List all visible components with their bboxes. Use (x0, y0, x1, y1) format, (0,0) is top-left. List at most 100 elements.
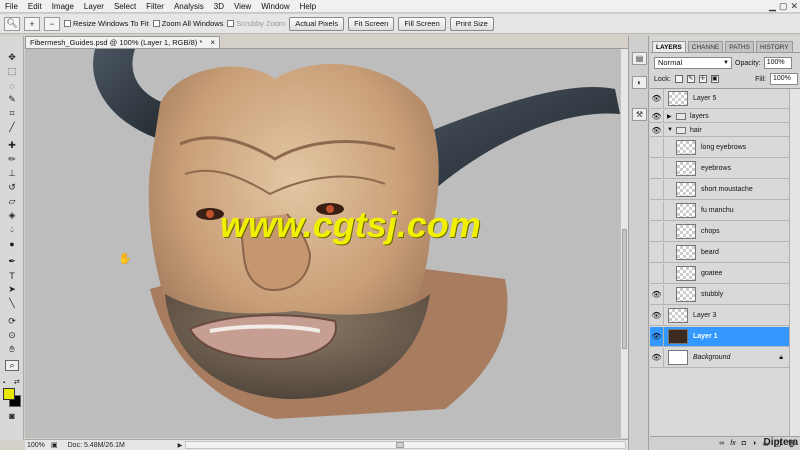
shape-tool-icon[interactable]: ╲ (5, 298, 19, 309)
resize-windows-checkbox[interactable]: Resize Windows To Fit (64, 19, 149, 28)
layer-row[interactable]: 👁︎ beard (650, 242, 789, 263)
tab-channels[interactable]: CHANNE (687, 41, 724, 52)
document-canvas[interactable]: ✋ www.cgtsj.com (25, 49, 620, 438)
visibility-eye-icon[interactable]: 👁︎ (650, 179, 664, 200)
crop-tool-icon[interactable]: ⌗ (5, 108, 19, 119)
visibility-eye-icon[interactable]: 👁︎ (650, 263, 664, 284)
menu-3d[interactable]: 3D (209, 0, 229, 13)
menu-layer[interactable]: Layer (79, 0, 109, 13)
layer-row[interactable]: 👁︎ chops (650, 221, 789, 242)
paint-bucket-tool-icon[interactable]: ◈ (5, 210, 19, 221)
expand-triangle-right-icon[interactable]: ▶ (667, 113, 673, 120)
marquee-tool-icon[interactable]: ⬚ (5, 66, 19, 77)
3d-rotate-tool-icon[interactable]: ⟳ (5, 316, 19, 327)
layer-row[interactable]: 👁︎ short moustache (650, 179, 789, 200)
brush-tool-icon[interactable]: ✏ (5, 154, 19, 165)
clone-stamp-tool-icon[interactable]: ⊥ (5, 168, 19, 179)
vertical-scrollbar[interactable] (620, 49, 628, 438)
blend-mode-select[interactable]: Normal ▼ (654, 57, 732, 69)
color-panel-icon[interactable]: ▤ (632, 52, 647, 65)
visibility-eye-icon[interactable]: 👁︎ (650, 123, 664, 137)
menu-help[interactable]: Help (295, 0, 321, 13)
quick-mask-icon[interactable]: ◙ (5, 410, 19, 421)
vertical-scroll-thumb[interactable] (622, 229, 627, 349)
3d-orbit-tool-icon[interactable]: ⊙ (5, 330, 19, 341)
zoom-tool-icon[interactable]: 🔍︎ (4, 16, 20, 31)
zoom-tool-icon[interactable]: ⌕ (5, 360, 19, 371)
scrubby-zoom-checkbox[interactable]: Scrubby Zoom (227, 19, 285, 28)
visibility-eye-icon[interactable]: 👁︎ (650, 347, 664, 368)
layer-group-row[interactable]: 👁︎ ▶ layers (650, 109, 789, 123)
status-info-icon[interactable]: ▣ (51, 441, 58, 449)
lock-transparency-icon[interactable] (674, 75, 683, 83)
maximize-icon[interactable]: ▢ (779, 1, 788, 12)
visibility-eye-icon[interactable]: 👁︎ (650, 221, 664, 242)
menu-analysis[interactable]: Analysis (169, 0, 209, 13)
eraser-tool-icon[interactable]: ▱ (5, 196, 19, 207)
layer-row[interactable]: 👁︎ stubbly (650, 284, 789, 305)
visibility-eye-icon[interactable]: 👁︎ (650, 88, 664, 109)
dodge-tool-icon[interactable]: ● (5, 238, 19, 249)
close-icon[interactable]: ✕ (790, 1, 798, 12)
pen-tool-icon[interactable]: ✒ (5, 256, 19, 267)
visibility-eye-icon[interactable]: 👁︎ (650, 137, 664, 158)
link-icon[interactable]: ∞ (719, 440, 724, 447)
tab-layers[interactable]: LAYERS (652, 41, 686, 52)
minimize-icon[interactable]: ▁ (769, 1, 776, 12)
zoom-out-icon[interactable]: − (44, 16, 60, 31)
mask-icon[interactable]: ◘ (742, 440, 746, 447)
tab-paths[interactable]: PATHS (725, 41, 754, 52)
visibility-eye-icon[interactable]: 👁︎ (650, 242, 664, 263)
history-brush-tool-icon[interactable]: ↺ (5, 182, 19, 193)
layer-row[interactable]: 👁︎ goatee (650, 263, 789, 284)
actual-pixels-button[interactable]: Actual Pixels (289, 16, 345, 31)
lasso-tool-icon[interactable]: ◌ (5, 80, 19, 91)
horizontal-scrollbar[interactable] (185, 441, 626, 449)
print-size-button[interactable]: Print Size (449, 16, 494, 31)
fx-icon[interactable]: fx (730, 440, 735, 447)
layer-row[interactable]: 👁︎ long eyebrows (650, 137, 789, 158)
menu-image[interactable]: Image (47, 0, 79, 13)
layer-row[interactable]: 👁︎ Layer 1 (650, 326, 789, 347)
lock-pixels-icon[interactable]: ✎ (686, 75, 695, 83)
layer-group-row[interactable]: 👁︎ ▼ hair (650, 123, 789, 137)
layer-row[interactable]: 👁︎ eyebrows (650, 158, 789, 179)
adjustments-panel-icon[interactable]: ◐ (632, 76, 647, 89)
layer-row[interactable]: 👁︎ Layer 5 (650, 88, 789, 109)
foreground-color-swatch[interactable] (3, 388, 15, 400)
visibility-eye-icon[interactable]: 👁︎ (650, 305, 664, 326)
layer-row[interactable]: 👁︎ fu manchu (650, 200, 789, 221)
adjustment-icon[interactable]: ◑ (752, 440, 756, 447)
path-select-tool-icon[interactable]: ➤ (5, 284, 19, 295)
swap-colors-icon[interactable]: ⇄ (14, 378, 20, 386)
fill-screen-button[interactable]: Fill Screen (398, 16, 446, 31)
menu-filter[interactable]: Filter (141, 0, 169, 13)
menu-file[interactable]: File (0, 0, 23, 13)
eyedropper-tool-icon[interactable]: ╱ (5, 122, 19, 133)
fit-screen-button[interactable]: Fit Screen (348, 16, 395, 31)
menu-edit[interactable]: Edit (23, 0, 47, 13)
status-menu-arrow-icon[interactable]: ▶ (178, 442, 183, 449)
lock-position-icon[interactable]: ✛ (698, 75, 707, 83)
document-tab[interactable]: Fibermesh_Guides.psd @ 100% (Layer 1, RG… (25, 36, 220, 48)
zoom-all-windows-checkbox[interactable]: Zoom All Windows (152, 19, 223, 28)
blur-tool-icon[interactable]: 💧︎ (5, 224, 19, 235)
layer-row[interactable]: 👁︎ Layer 3 (650, 305, 789, 326)
visibility-eye-icon[interactable]: 👁︎ (650, 326, 664, 347)
opacity-field[interactable]: 100% (763, 57, 792, 69)
zoom-in-icon[interactable]: + (24, 16, 40, 31)
hand-tool-icon[interactable]: ✋︎ (5, 344, 19, 355)
menu-window[interactable]: Window (256, 0, 294, 13)
quick-select-tool-icon[interactable]: ✎ (5, 94, 19, 105)
fill-field[interactable]: 100% (770, 73, 798, 85)
expand-triangle-down-icon[interactable]: ▼ (667, 127, 673, 133)
visibility-eye-icon[interactable]: 👁︎ (650, 200, 664, 221)
close-tab-icon[interactable]: × (210, 37, 215, 48)
visibility-eye-icon[interactable]: 👁︎ (650, 109, 664, 123)
zoom-level-field[interactable]: 100% (25, 442, 51, 449)
default-colors-icon[interactable]: ▪ (3, 380, 11, 388)
layer-row[interactable]: 👁︎ Background 🔒︎ (650, 347, 789, 368)
move-tool-icon[interactable]: ✥ (5, 52, 19, 63)
lock-all-icon[interactable]: ▣ (710, 75, 719, 83)
tool-presets-icon[interactable]: ⚒ (632, 108, 647, 121)
